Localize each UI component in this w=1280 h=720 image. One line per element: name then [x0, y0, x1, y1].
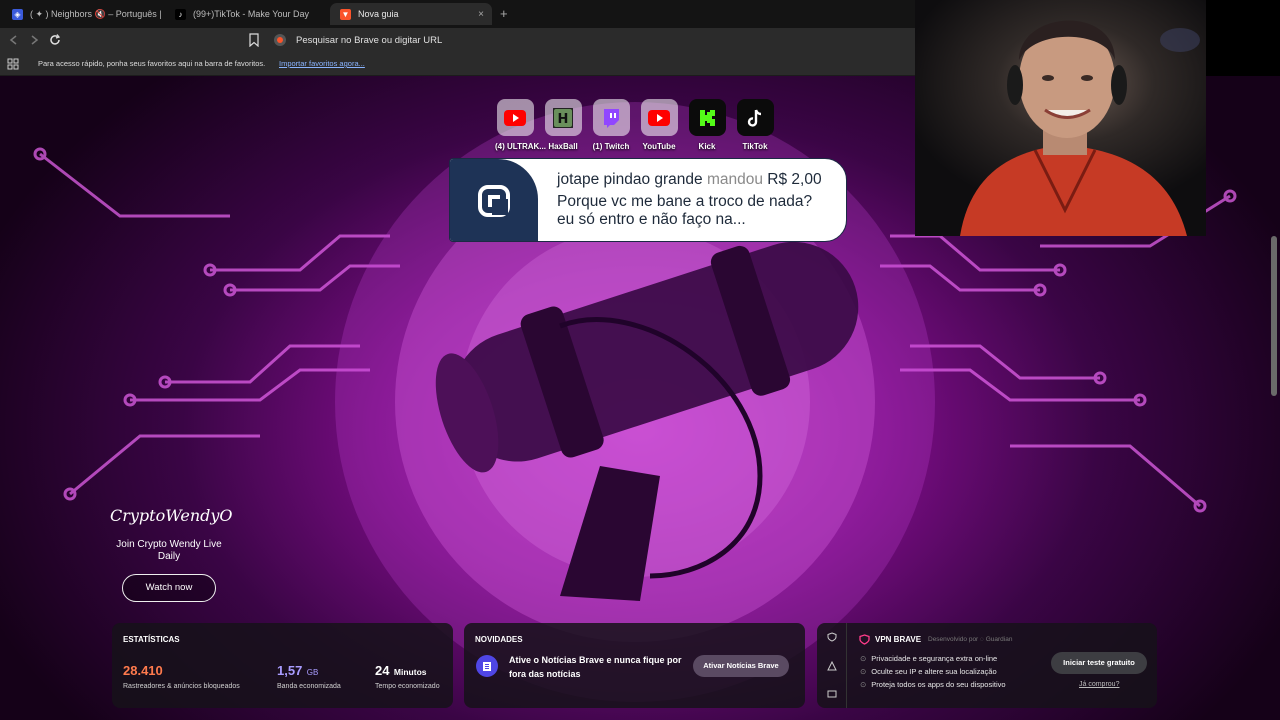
tab-new-tab[interactable]: ▼ Nova guia ×	[330, 3, 492, 25]
youtube-icon	[648, 109, 670, 126]
donation-sender: jotape pindao grande	[557, 171, 703, 188]
vpn-developer: Desenvolvido por ◌ Guardian	[928, 636, 1012, 643]
donation-header: jotape pindao grande mandou R$ 2,00	[557, 171, 822, 189]
vpn-title: VPN BRAVE	[875, 635, 922, 644]
vpn-feature-text: Privacidade e segurança extra on-line	[871, 654, 998, 663]
vpn-feature-text: Oculte seu IP e altere sua localização	[871, 667, 997, 676]
donation-logo	[450, 159, 538, 241]
stat-unit: Minutos	[393, 667, 427, 677]
donation-verb: mandou	[706, 171, 763, 188]
shortcut-label: TikTok	[742, 142, 768, 151]
bookmarks-hint: Para acesso rápido, ponha seus favoritos…	[38, 59, 266, 68]
vpn-developed-by: Desenvolvido por	[928, 636, 979, 643]
vpn-features: ⊙ Privacidade e segurança extra on-line ⊙…	[860, 652, 1006, 691]
shortcut-youtube[interactable]: YouTube	[639, 99, 679, 151]
stat-bandwidth: 1,57 GB Banda economizada	[277, 662, 341, 690]
brave-lion-icon: ▼	[340, 8, 351, 20]
stat-trackers: 28.410 Rastreadores & anúncios bloqueado…	[123, 662, 240, 690]
import-bookmarks-link[interactable]: Importar favoritos agora...	[279, 59, 365, 68]
vpn-feature-item: ⊙ Oculte seu IP e altere sua localização	[860, 665, 1006, 678]
tiktok-favicon-icon: ♪	[175, 8, 186, 20]
stat-value: 24	[375, 663, 390, 678]
sponsor-tagline: Join Crypto Wendy Live Daily	[116, 539, 222, 562]
vpn-feature-text: Proteja todos os apps do seu dispositivo	[871, 680, 1006, 689]
brave-vpn-widget: VPN BRAVE Desenvolvido por ◌ Guardian ⊙ P…	[817, 623, 1157, 708]
stat-value: 1,57	[277, 663, 303, 678]
twitch-icon	[604, 108, 619, 128]
reload-icon[interactable]	[48, 33, 62, 47]
kick-icon	[700, 109, 715, 126]
shortcut-kick[interactable]: Kick	[687, 99, 727, 151]
haxball-icon: H	[553, 107, 573, 128]
tab-neighbors[interactable]: ◈ ( ✦ ) Neighbors 🔇 – Português | Site	[2, 3, 162, 25]
vpn-feature-item: ⊙ Privacidade e segurança extra on-line	[860, 652, 1006, 665]
already-purchased-link[interactable]: Já comprou?	[1079, 681, 1119, 688]
sponsored-image-promo: CryptoWendyO Join Crypto Wendy Live Dail…	[110, 506, 233, 602]
stat-time: 24 Minutos Tempo economizado	[375, 662, 440, 690]
forward-arrow-icon[interactable]	[28, 34, 40, 46]
address-placeholder: Pesquisar no Brave ou digitar URL	[296, 34, 443, 46]
vpn-feature-item: ⊙ Proteja todos os apps do seu dispositiv…	[860, 678, 1006, 691]
donation-amount: R$ 2,00	[767, 171, 822, 188]
donation-message: Porque vc me bane a troco de nada? eu só…	[557, 193, 813, 228]
news-text: Ative o Notícias Brave e nunca fique por…	[509, 655, 682, 679]
shortcut-tiktok[interactable]: TikTok	[735, 99, 775, 151]
address-bar[interactable]: Pesquisar no Brave ou digitar URL	[268, 30, 908, 50]
webcam-overlay	[915, 0, 1206, 236]
tab-strip: ◈ ( ✦ ) Neighbors 🔇 – Português | Site ♪…	[0, 0, 915, 28]
stat-value: 28.410	[123, 663, 163, 678]
vpn-shield-icon[interactable]	[827, 632, 837, 642]
close-tab-icon[interactable]: ×	[478, 9, 484, 20]
tab-label: Nova guia	[358, 9, 399, 19]
shortcut-twitch[interactable]: (1) Twitch	[591, 99, 631, 151]
shortcut-label: Kick	[698, 142, 716, 151]
tab-tiktok[interactable]: ♪ (99+)TikTok - Make Your Day	[165, 3, 325, 25]
back-arrow-icon[interactable]	[8, 34, 20, 46]
guardian-icon: ◌	[980, 636, 984, 643]
talk-camera-icon[interactable]	[827, 689, 837, 699]
shortcut-label: YouTube	[642, 142, 676, 151]
shortcut-label: (1) Twitch	[592, 142, 630, 151]
sponsor-brand: CryptoWendyO	[110, 506, 233, 525]
stats-title: ESTATÍSTICAS	[123, 635, 180, 644]
stat-label: Rastreadores & anúncios bloqueados	[123, 683, 240, 690]
shortcut-ultrakill[interactable]: (4) ULTRAK...	[495, 99, 546, 151]
check-icon: ⊙	[860, 667, 867, 676]
shortcut-haxball[interactable]: H HaxBall	[543, 99, 583, 151]
youtube-icon	[504, 109, 526, 126]
site-favicon-icon: ◈	[12, 8, 23, 20]
vpn-partner: Guardian	[985, 636, 1013, 643]
tiktok-icon	[747, 109, 762, 127]
page-scrollbar[interactable]	[1271, 236, 1277, 396]
tab-label: ( ✦ ) Neighbors 🔇 – Português | Site	[30, 8, 162, 19]
stat-unit: GB	[306, 668, 319, 677]
check-icon: ⊙	[860, 680, 867, 689]
stat-label: Tempo economizado	[375, 683, 440, 690]
vpn-logo-icon	[859, 634, 870, 645]
new-tab-button[interactable]: +	[500, 6, 508, 21]
search-engine-icon	[274, 34, 286, 46]
livepix-logo-icon	[478, 185, 510, 217]
news-title: NOVIDADES	[475, 635, 523, 644]
start-free-trial-button[interactable]: Iniciar teste gratuito	[1051, 652, 1147, 674]
activate-news-button[interactable]: Ativar Notícias Brave	[693, 655, 789, 677]
bookmark-icon[interactable]	[248, 33, 260, 47]
rewards-triangle-icon[interactable]	[827, 661, 837, 671]
shortcut-label: HaxBall	[548, 142, 578, 151]
donation-alert: jotape pindao grande mandou R$ 2,00 Porq…	[449, 158, 847, 242]
stats-widget: ESTATÍSTICAS 28.410 Rastreadores & anúnc…	[112, 623, 453, 708]
watch-now-button[interactable]: Watch now	[122, 574, 216, 602]
widget-switcher	[817, 623, 847, 708]
shortcut-label: (4) ULTRAK...	[495, 142, 546, 151]
check-icon: ⊙	[860, 654, 867, 663]
apps-grid-icon[interactable]	[7, 58, 19, 70]
svg-text:H: H	[558, 112, 569, 127]
toolbar: Pesquisar no Brave ou digitar URL	[0, 28, 915, 52]
news-icon	[476, 655, 498, 677]
stat-label: Banda economizada	[277, 683, 341, 690]
tab-label: (99+)TikTok - Make Your Day	[193, 9, 309, 19]
webcam-person-image	[960, 20, 1200, 236]
brave-news-widget: NOVIDADES Ative o Notícias Brave e nunca…	[464, 623, 805, 708]
bookmarks-bar: Para acesso rápido, ponha seus favoritos…	[0, 52, 915, 76]
